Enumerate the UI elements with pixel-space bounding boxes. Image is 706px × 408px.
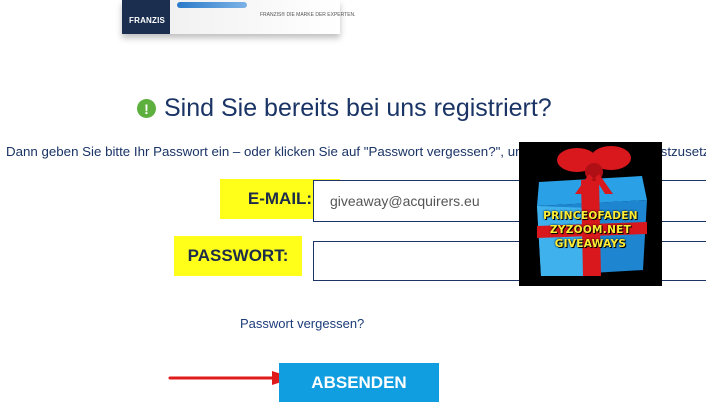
product-brand: FRANZIS (129, 16, 166, 25)
box-stripe (177, 2, 247, 8)
product-tagline: FRANZIS® DIE MARKE DER EXPERTEN. (260, 12, 356, 18)
product-box-image: FRANZIS FRANZIS® DIE MARKE DER EXPERTEN. (122, 0, 356, 40)
login-heading: ! Sind Sie bereits bei uns registriert? (137, 94, 552, 123)
submit-button[interactable]: ABSENDEN (279, 363, 439, 402)
watermark-line-3: GIVEAWAYS (554, 238, 627, 250)
watermark-line-1: PRINCEOFADEN (543, 210, 638, 222)
exclamation-icon: ! (137, 99, 156, 118)
watermark-line-2: ZYZOOM.NET (549, 224, 632, 236)
password-label: PASSWORT: (174, 236, 302, 276)
forgot-password-link[interactable]: Passwort vergessen? (240, 316, 364, 331)
watermark-gift-image: PRINCEOFADEN ZYZOOM.NET GIVEAWAYS (519, 142, 662, 286)
page-title: Sind Sie bereits bei uns registriert? (164, 94, 552, 122)
